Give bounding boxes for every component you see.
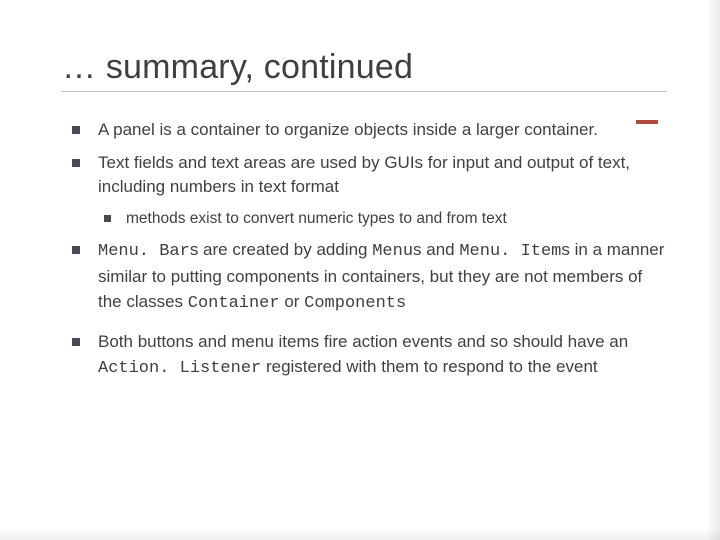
bullet-item: A panel is a container to organize objec… [66,118,666,143]
bullet-text: s are created by adding [190,240,372,259]
slide: … summary, continued A panel is a contai… [0,0,720,382]
bullet-item: Menu. Bars are created by adding Menus a… [66,238,666,316]
code-text: Menu. Bar [98,242,190,261]
bullet-text: methods exist to convert numeric types t… [126,210,507,227]
code-text: Menu. Item [459,242,561,261]
bullet-list: A panel is a container to organize objec… [66,118,666,382]
slide-title: … summary, continued [62,48,413,87]
bullet-item: Text fields and text areas are used by G… [66,151,666,200]
bullet-text: A panel is a container to organize objec… [98,120,598,139]
code-text: Container [188,294,280,313]
bullet-text: s and [413,240,459,259]
title-row: … summary, continued [62,48,666,92]
bullet-item: Both buttons and menu items fire action … [66,330,666,381]
code-text: Components [304,294,406,313]
edge-shadow-right [706,0,720,540]
sub-bullet-item: methods exist to convert numeric types t… [66,208,666,230]
bullet-text: or [280,292,305,311]
code-text: Menu [372,242,413,261]
edge-shadow-bottom [0,528,720,540]
slide-body: A panel is a container to organize objec… [62,118,666,382]
bullet-text: registered with them to respond to the e… [261,357,597,376]
code-text: Action. Listener [98,359,261,378]
bullet-text: Both buttons and menu items fire action … [98,332,628,351]
bullet-text: Text fields and text areas are used by G… [98,153,630,197]
